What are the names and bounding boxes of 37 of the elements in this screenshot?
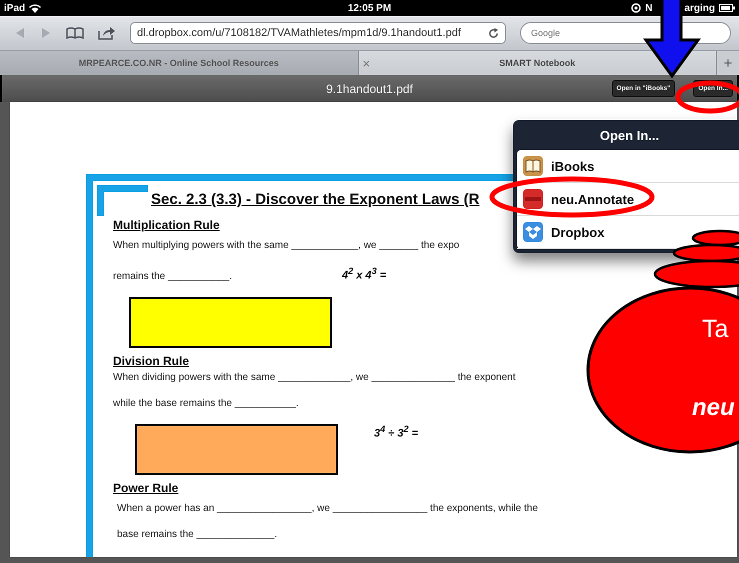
- fill-in-sentence: remains the ___________.: [113, 270, 232, 282]
- app-list-item[interactable]: iBooks: [517, 150, 739, 183]
- worksheet-title: Sec. 2.3 (3.3) - Discover the Exponent Laws (R: [151, 191, 480, 208]
- device-name: iPad: [4, 2, 26, 14]
- status-text: arging: [684, 2, 715, 14]
- document-title: 9.1handout1.pdf: [326, 82, 413, 96]
- lock-icon: [631, 3, 642, 13]
- fill-in-sentence: base remains the ______________.: [116, 528, 278, 540]
- callout-text: neu: [692, 394, 735, 422]
- fill-in-sentence: while the base remains the ___________.: [113, 398, 299, 409]
- status-text: N: [645, 2, 652, 14]
- book-icon: [523, 156, 543, 176]
- fill-in-sentence: When dividing powers with the same _____________, we _______________ the exponent: [113, 372, 516, 383]
- math-expression: 4$^{2}$ x 4$^{3}$ =: [342, 266, 386, 282]
- fill-in-sentence: When multiplying powers with the same ____________, we _______ the expo: [113, 240, 460, 251]
- fill-in-sentence: When a power has an _________________, we _________________ the exponents, while the: [116, 502, 538, 514]
- reload-icon[interactable]: [488, 28, 499, 38]
- app-list-item[interactable]: neu.Annotate: [517, 183, 739, 216]
- popover-title: Open In...: [598, 127, 660, 145]
- frame-corner: [97, 185, 148, 216]
- clock-time: 12:05 PM: [348, 2, 392, 14]
- open-box-icon: [523, 222, 543, 242]
- battery-icon: [718, 4, 735, 12]
- section-heading: Multiplication Rule: [113, 218, 221, 232]
- bookmarks-icon[interactable]: [66, 27, 84, 39]
- share-icon[interactable]: [98, 26, 116, 40]
- math-expression: 3$^{4}$ ÷ 3$^{2}$ =: [374, 424, 418, 440]
- app-icon: [523, 189, 543, 209]
- answer-box[interactable]: [135, 424, 338, 475]
- section-heading: Power Rule: [113, 480, 180, 495]
- address-field[interactable]: dl.dropbox.com/u/7108182/TVAMathletes/mpm1d/9.1handout1.pdf: [130, 22, 506, 44]
- section-heading: Division Rule: [113, 354, 190, 368]
- callout-text: Ta: [702, 315, 728, 344]
- answer-box[interactable]: [129, 296, 332, 348]
- browser-tab[interactable]: SMART Notebook: [499, 58, 576, 68]
- wifi-icon: [29, 4, 42, 12]
- new-tab-button[interactable]: +: [717, 51, 739, 75]
